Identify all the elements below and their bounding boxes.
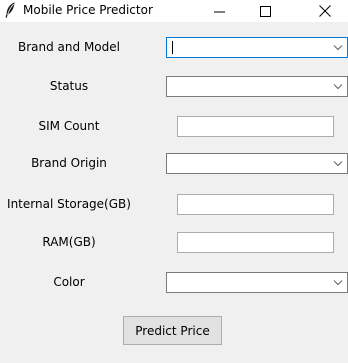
status-label: Status bbox=[49, 79, 89, 93]
chevron-down-icon[interactable] bbox=[333, 160, 343, 167]
brand-origin-dropdown[interactable] bbox=[166, 153, 348, 174]
close-button[interactable] bbox=[302, 0, 348, 22]
color-label: Color bbox=[53, 275, 85, 289]
ram-label: RAM(GB) bbox=[42, 235, 96, 249]
status-dropdown[interactable] bbox=[166, 76, 348, 97]
maximize-button[interactable] bbox=[242, 0, 288, 22]
brand-model-dropdown[interactable] bbox=[166, 37, 348, 58]
brand-origin-label: Brand Origin bbox=[31, 156, 107, 170]
chevron-down-icon[interactable] bbox=[333, 279, 343, 286]
maximize-icon bbox=[259, 5, 271, 17]
chevron-down-icon[interactable] bbox=[333, 83, 343, 90]
internal-storage-label: Internal Storage(GB) bbox=[7, 197, 131, 211]
window-title: Mobile Price Predictor bbox=[23, 3, 153, 17]
ram-input[interactable] bbox=[177, 232, 334, 253]
sim-count-input[interactable] bbox=[177, 116, 334, 137]
sim-count-label: SIM Count bbox=[38, 119, 100, 133]
title-bar[interactable]: Mobile Price Predictor bbox=[0, 0, 348, 22]
text-cursor bbox=[172, 41, 173, 54]
color-dropdown[interactable] bbox=[166, 272, 348, 293]
minimize-icon bbox=[213, 11, 225, 12]
predict-price-button[interactable]: Predict Price bbox=[123, 316, 222, 345]
chevron-down-icon[interactable] bbox=[333, 44, 343, 51]
internal-storage-input[interactable] bbox=[177, 194, 334, 215]
brand-model-label: Brand and Model bbox=[18, 40, 120, 54]
feather-icon bbox=[5, 2, 15, 18]
app-window: Mobile Price Predictor Brand and Model S… bbox=[0, 0, 348, 363]
close-icon bbox=[319, 5, 331, 17]
minimize-button[interactable] bbox=[196, 0, 242, 22]
